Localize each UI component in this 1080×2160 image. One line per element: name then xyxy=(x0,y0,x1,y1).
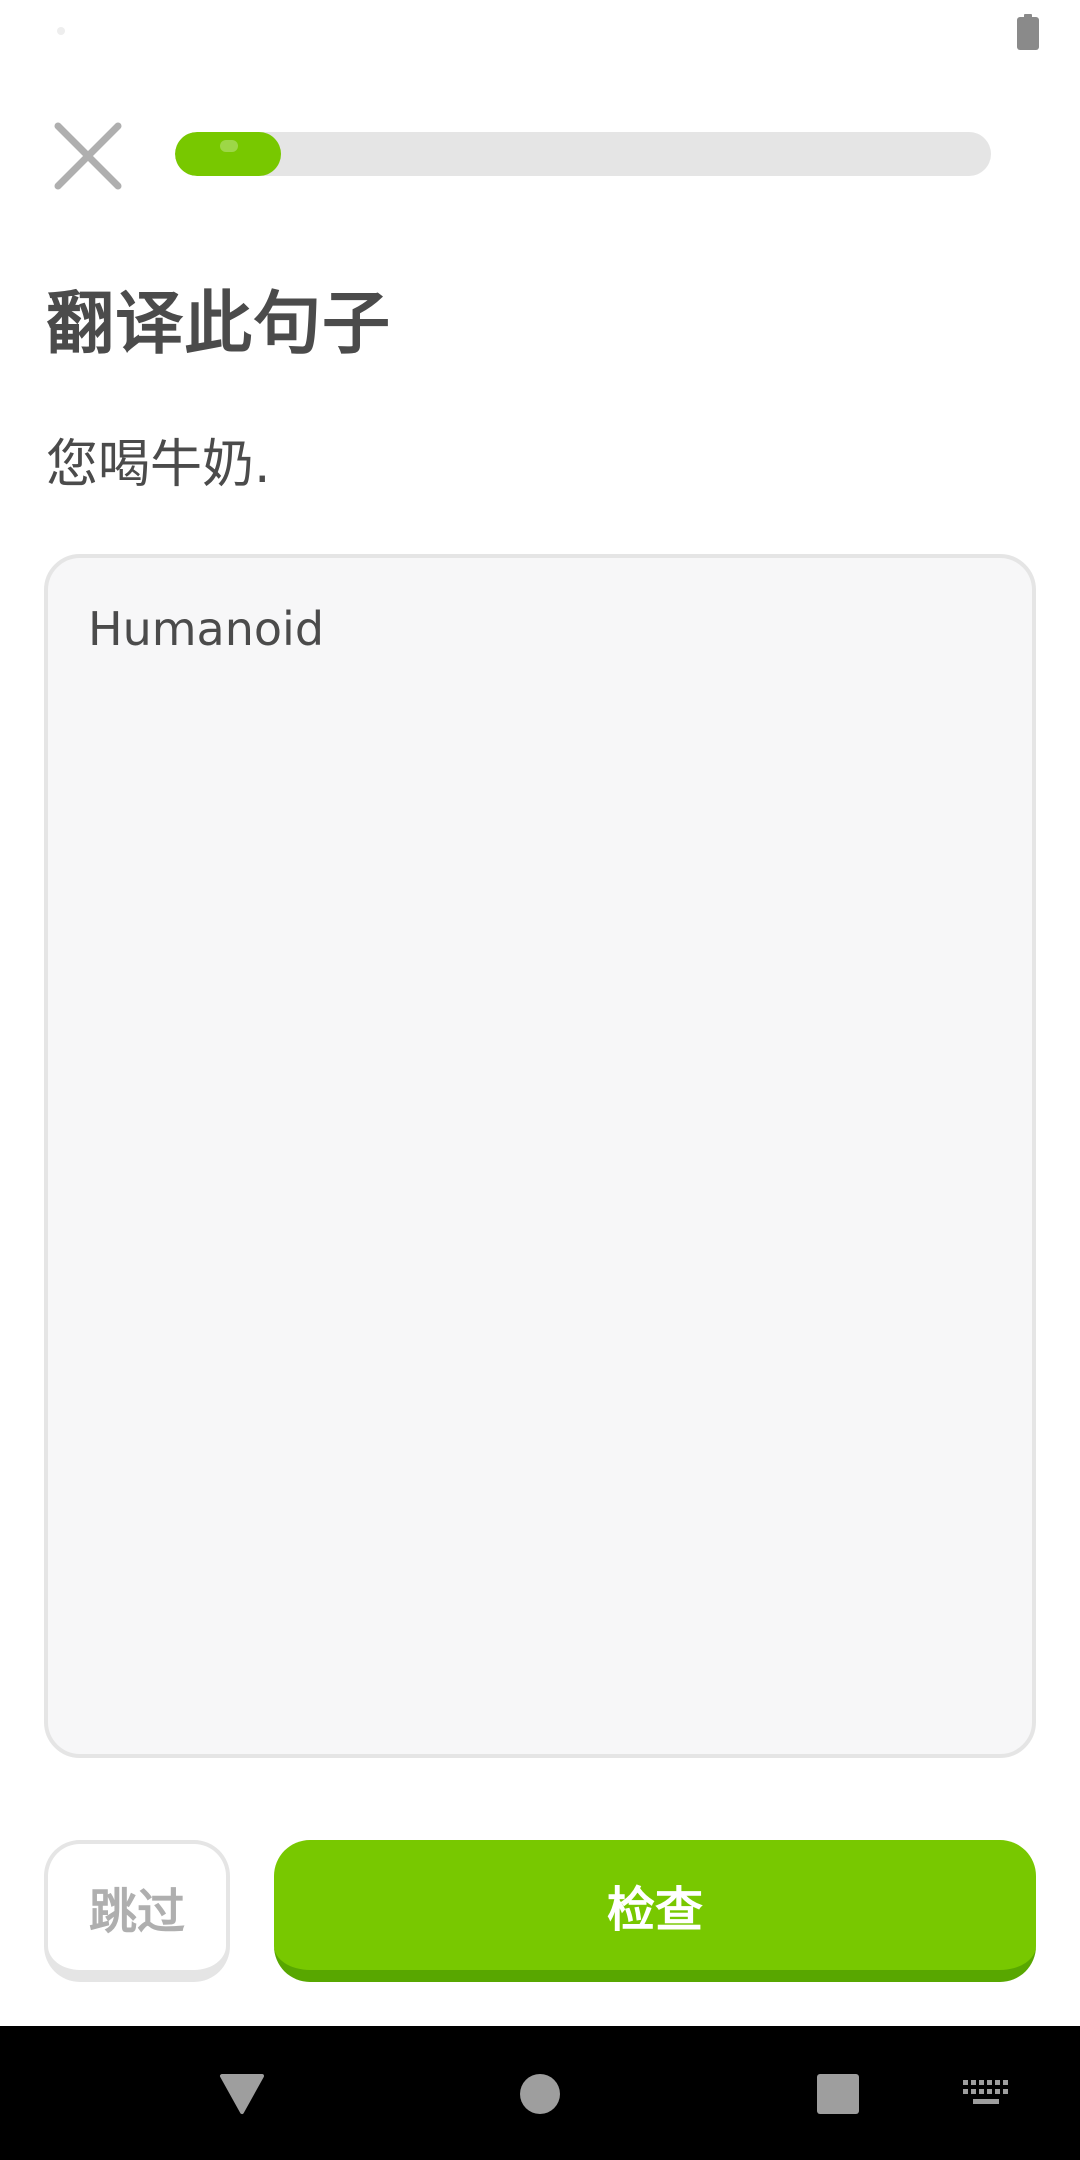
page-title: 翻译此句子 xyxy=(46,285,392,364)
notification-dot xyxy=(57,27,65,35)
lesson-screen: 翻译此句子 您喝牛奶. Humanoid 跳过 检查 xyxy=(0,0,1080,2160)
answer-input-text: Humanoid xyxy=(88,602,325,656)
check-button-label: 检查 xyxy=(606,1882,703,1938)
circle-home-icon[interactable] xyxy=(520,2074,560,2114)
answer-input[interactable] xyxy=(44,554,1036,1758)
lesson-progress-bar xyxy=(175,132,991,176)
skip-button[interactable]: 跳过 xyxy=(44,1840,230,1982)
progress-highlight xyxy=(220,140,238,152)
close-button[interactable] xyxy=(44,112,132,200)
status-bar xyxy=(0,0,1080,66)
triangle-back-icon[interactable] xyxy=(219,2072,265,2116)
close-icon xyxy=(54,122,122,190)
lesson-progress-fill xyxy=(175,132,281,176)
check-button[interactable]: 检查 xyxy=(274,1840,1036,1982)
keyboard-icon[interactable] xyxy=(963,2080,1009,2106)
skip-button-label: 跳过 xyxy=(88,1884,185,1940)
square-recents-icon[interactable] xyxy=(817,2074,859,2114)
prompt-sentence: 您喝牛奶. xyxy=(46,435,271,495)
battery-icon xyxy=(1017,14,1039,50)
